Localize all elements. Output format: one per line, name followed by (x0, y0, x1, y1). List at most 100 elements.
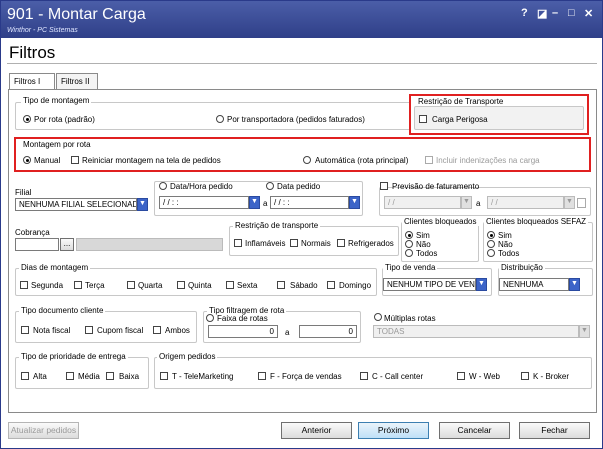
window-subtitle: Winthor - PC Sistemas (7, 27, 78, 34)
multiplas-rotas-select[interactable]: TODAS (373, 325, 579, 338)
origem-forca-vendas-label: F - Força de vendas (270, 372, 342, 381)
cobranca-search-button[interactable]: ... (60, 238, 74, 251)
filial-label: Filial (15, 188, 32, 197)
proximo-button[interactable]: Próximo (358, 422, 429, 439)
origem-broker-checkbox[interactable] (521, 372, 529, 380)
faixa-fim-input[interactable]: 0 (299, 325, 357, 338)
incluir-indenizacoes-checkbox[interactable] (425, 156, 433, 164)
previsao-checkbox[interactable] (380, 182, 388, 190)
origem-call-center-checkbox[interactable] (360, 372, 368, 380)
datas-a-label: a (263, 199, 268, 208)
sefaz-todos-radio[interactable] (487, 249, 495, 257)
tipo-venda-select[interactable]: NENHUM TIPO DE VENDA (383, 278, 476, 291)
tab-filtros-ii[interactable]: Filtros II (56, 73, 98, 89)
atualizar-pedidos-button[interactable]: Atualizar pedidos (8, 422, 79, 439)
multiplas-rotas-label: Múltiplas rotas (384, 314, 436, 323)
origem-telemarketing-checkbox[interactable] (160, 372, 168, 380)
alta-checkbox[interactable] (21, 372, 29, 380)
segunda-checkbox[interactable] (20, 281, 28, 289)
minimize-icon[interactable]: – (552, 7, 558, 19)
multiplas-rotas-dropdown-icon[interactable]: ▼ (579, 325, 590, 338)
faixa-rotas-label: Faixa de rotas (217, 314, 268, 323)
por-rota-label: Por rota (padrão) (34, 115, 95, 124)
sefaz-sim-radio[interactable] (487, 231, 495, 239)
manual-radio[interactable] (23, 156, 31, 164)
previsao-fim-input[interactable]: / / (487, 196, 564, 209)
carga-perigosa-checkbox[interactable] (419, 115, 427, 123)
normais-checkbox[interactable] (290, 239, 298, 247)
multiplas-rotas-radio[interactable] (374, 313, 382, 321)
cobranca-label: Cobrança (15, 228, 50, 237)
por-transportadora-radio[interactable] (216, 115, 224, 123)
clientes-bloqueados-nao-label: Não (416, 240, 431, 249)
origem-web-checkbox[interactable] (457, 372, 465, 380)
terca-checkbox[interactable] (74, 281, 82, 289)
faixa-a-label: a (285, 328, 290, 337)
distribuicao-select[interactable]: NENHUMA (499, 278, 569, 291)
tab-filtros-i[interactable]: Filtros I (9, 73, 55, 90)
clientes-bloqueados-sim-label: Sim (416, 231, 430, 240)
tipo-venda-label: Tipo de venda (383, 263, 438, 272)
sabado-checkbox[interactable] (277, 281, 285, 289)
tipo-venda-dropdown-icon[interactable]: ▼ (476, 278, 487, 291)
automatica-label: Automática (rota principal) (315, 156, 409, 165)
previsao-inicio-dropdown-icon[interactable]: ▼ (461, 196, 472, 209)
baixa-checkbox[interactable] (106, 372, 114, 380)
data-pedido-radio[interactable] (266, 182, 274, 190)
faixa-rotas-radio[interactable] (206, 314, 214, 322)
distribuicao-dropdown-icon[interactable]: ▼ (569, 278, 580, 291)
help-icon[interactable]: ? (521, 7, 528, 19)
quinta-checkbox[interactable] (177, 281, 185, 289)
inflamaveis-checkbox[interactable] (234, 239, 242, 247)
data-hora-pedido-radio[interactable] (159, 182, 167, 190)
origem-web-label: W - Web (469, 372, 500, 381)
cobranca-description-field (76, 238, 223, 251)
origem-call-center-label: C - Call center (372, 372, 424, 381)
data-fim-input[interactable]: / / : : (270, 196, 349, 209)
domingo-checkbox[interactable] (327, 281, 335, 289)
cobranca-code-input[interactable] (15, 238, 59, 251)
data-inicio-dropdown-icon[interactable]: ▼ (249, 196, 260, 209)
cupom-fiscal-label: Cupom fiscal (97, 326, 144, 335)
por-rota-radio[interactable] (23, 115, 31, 123)
fechar-button[interactable]: Fechar (519, 422, 590, 439)
main-window: 901 - Montar Carga Winthor - PC Sistemas… (0, 0, 603, 449)
close-icon[interactable]: ✕ (584, 7, 593, 20)
normais-label: Normais (301, 239, 331, 248)
data-inicio-input[interactable]: / / : : (159, 196, 249, 209)
reiniciar-montagem-checkbox[interactable] (71, 156, 79, 164)
automatica-radio[interactable] (303, 156, 311, 164)
media-label: Média (78, 372, 100, 381)
sexta-checkbox[interactable] (226, 281, 234, 289)
restricao-transporte-legend: Restrição de transporte (233, 221, 321, 230)
previsao-fim-dropdown-icon[interactable]: ▼ (564, 196, 575, 209)
faixa-inicio-input[interactable]: 0 (208, 325, 278, 338)
quarta-checkbox[interactable] (127, 281, 135, 289)
clientes-bloqueados-nao-radio[interactable] (405, 240, 413, 248)
data-fim-dropdown-icon[interactable]: ▼ (349, 196, 360, 209)
window-title: 901 - Montar Carga (7, 6, 146, 23)
clientes-bloqueados-todos-radio[interactable] (405, 249, 413, 257)
restricao-transporte-top-legend: Restrição de Transporte (418, 97, 504, 106)
media-checkbox[interactable] (66, 372, 74, 380)
nota-fiscal-checkbox[interactable] (21, 326, 29, 334)
filial-dropdown-icon[interactable]: ▼ (137, 198, 148, 211)
origem-forca-vendas-checkbox[interactable] (258, 372, 266, 380)
clientes-bloqueados-sim-radio[interactable] (405, 231, 413, 239)
filial-select[interactable]: NENHUMA FILIAL SELECIONADA (15, 198, 137, 211)
cupom-fiscal-checkbox[interactable] (85, 326, 93, 334)
cancelar-button[interactable]: Cancelar (439, 422, 510, 439)
por-transportadora-label: Por transportadora (pedidos faturados) (227, 115, 365, 124)
terca-label: Terça (85, 281, 105, 290)
sefaz-nao-radio[interactable] (487, 240, 495, 248)
ambos-checkbox[interactable] (153, 326, 161, 334)
restore-window-icon[interactable]: ◪ (537, 7, 547, 20)
previsao-a-label: a (476, 199, 481, 208)
maximize-icon[interactable]: □ (568, 7, 575, 19)
calendar-icon[interactable] (577, 198, 586, 208)
previsao-inicio-input[interactable]: / / (384, 196, 461, 209)
refrigerados-checkbox[interactable] (337, 239, 345, 247)
anterior-button[interactable]: Anterior (281, 422, 352, 439)
dias-montagem-legend: Dias de montagem (19, 263, 91, 272)
ambos-label: Ambos (165, 326, 190, 335)
